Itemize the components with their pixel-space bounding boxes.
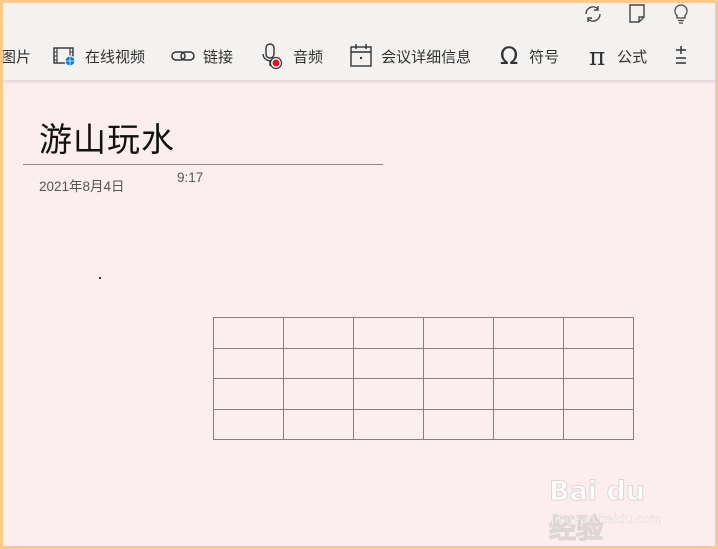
table-cell[interactable] xyxy=(493,378,564,410)
table-cell[interactable] xyxy=(283,317,354,349)
table-cell[interactable] xyxy=(353,378,424,410)
meeting-details-icon xyxy=(347,42,375,70)
table-cell[interactable] xyxy=(353,408,424,440)
picture-label: 图片 xyxy=(3,48,32,66)
lightbulb-icon[interactable] xyxy=(659,3,703,25)
table-row xyxy=(213,317,634,349)
link-icon xyxy=(169,42,197,70)
symbol-icon: Ω xyxy=(499,42,519,70)
meeting-details-label: 会议详细信息 xyxy=(381,48,472,66)
text-cursor xyxy=(99,277,101,279)
table-cell[interactable] xyxy=(423,347,494,379)
table-cell[interactable] xyxy=(493,408,564,440)
onenote-window: 图片 在线视频 链接 音频 会议详细信息 Ω 符号 π 公式 游山玩水 2021… xyxy=(3,3,715,546)
quick-actions xyxy=(571,3,703,25)
table-cell[interactable] xyxy=(353,317,424,349)
more-button[interactable] xyxy=(667,41,701,71)
equation-label: 公式 xyxy=(617,48,648,66)
equation-button[interactable]: π 公式 xyxy=(583,41,647,71)
page-time: 9:17 xyxy=(177,170,204,185)
table-cell[interactable] xyxy=(213,408,284,440)
table-cell[interactable] xyxy=(213,378,284,410)
meeting-details-button[interactable]: 会议详细信息 xyxy=(347,41,471,71)
page-title[interactable]: 游山玩水 xyxy=(39,113,175,161)
page-date: 2021年8月4日 xyxy=(39,179,125,194)
table-cell[interactable] xyxy=(353,347,424,379)
picture-button[interactable]: 图片 xyxy=(3,41,31,71)
link-button[interactable]: 链接 xyxy=(169,41,233,71)
symbol-label: 符号 xyxy=(529,48,560,66)
table-cell[interactable] xyxy=(563,317,634,349)
baidu-watermark: Bai du 经验 jingyan.baidu.com xyxy=(549,476,679,546)
online-video-button[interactable]: 在线视频 xyxy=(51,41,145,71)
online-video-icon xyxy=(51,42,79,70)
online-video-label: 在线视频 xyxy=(85,48,146,66)
table-cell[interactable] xyxy=(563,408,634,440)
table-cell[interactable] xyxy=(423,317,494,349)
watermark-url: jingyan.baidu.com xyxy=(551,512,662,526)
table-cell[interactable] xyxy=(283,347,354,379)
table-cell[interactable] xyxy=(423,408,494,440)
table-cell[interactable] xyxy=(423,378,494,410)
table-cell[interactable] xyxy=(283,378,354,410)
table-row xyxy=(213,378,634,410)
table-cell[interactable] xyxy=(213,347,284,379)
table-cell[interactable] xyxy=(493,347,564,379)
sync-icon[interactable] xyxy=(571,3,615,25)
watermark-logo: Bai du 经验 xyxy=(549,476,646,546)
table-cell[interactable] xyxy=(563,378,634,410)
table-cell[interactable] xyxy=(283,408,354,440)
more-icon xyxy=(667,42,695,70)
table-row xyxy=(213,408,634,440)
note-table[interactable] xyxy=(213,317,634,440)
insert-ribbon: 图片 在线视频 链接 音频 会议详细信息 Ω 符号 π 公式 xyxy=(3,3,715,81)
table-cell[interactable] xyxy=(563,347,634,379)
audio-label: 音频 xyxy=(293,48,324,66)
insert-toolbar: 图片 在线视频 链接 音频 会议详细信息 Ω 符号 π 公式 xyxy=(3,41,701,71)
symbol-button[interactable]: Ω 符号 xyxy=(495,41,559,71)
title-underline xyxy=(23,164,383,165)
link-label: 链接 xyxy=(203,48,234,66)
table-row xyxy=(213,347,634,379)
audio-icon xyxy=(259,42,287,70)
table-cell[interactable] xyxy=(493,317,564,349)
table-cell[interactable] xyxy=(213,317,284,349)
page-icon[interactable] xyxy=(615,3,659,25)
equation-icon: π xyxy=(588,41,606,71)
audio-button[interactable]: 音频 xyxy=(259,41,323,71)
